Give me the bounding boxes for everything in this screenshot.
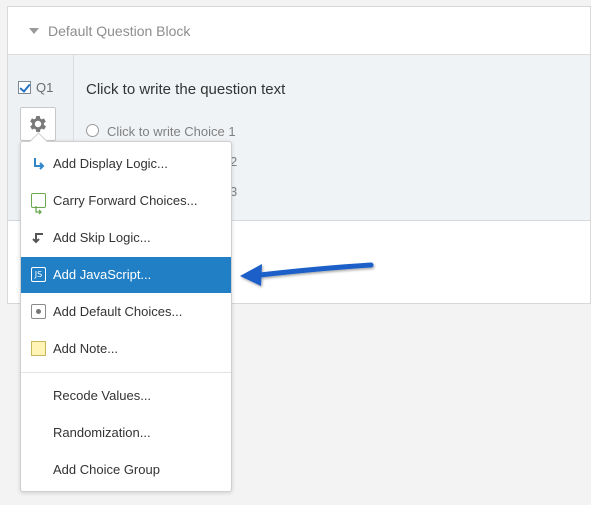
skip-logic-icon: [32, 233, 43, 244]
carry-forward-icon: [31, 193, 46, 215]
javascript-icon: JS: [31, 267, 46, 282]
menu-item-randomization[interactable]: Randomization...: [21, 415, 231, 451]
menu-item-recode-values[interactable]: Recode Values...: [21, 378, 231, 414]
block-header[interactable]: Default Question Block: [8, 7, 590, 55]
menu-item-add-display-logic[interactable]: Add Display Logic...: [21, 146, 231, 182]
menu-item-label: Add Display Logic...: [53, 156, 168, 171]
menu-item-label: Add Skip Logic...: [53, 230, 151, 245]
block-title: Default Question Block: [48, 23, 191, 39]
menu-item-add-javascript[interactable]: JS Add JavaScript...: [21, 257, 231, 293]
question-settings-menu: Add Display Logic... Carry Forward Choic…: [20, 141, 232, 492]
menu-item-carry-forward[interactable]: Carry Forward Choices...: [21, 183, 231, 219]
menu-divider: [21, 372, 231, 373]
menu-item-add-choice-group[interactable]: Add Choice Group: [21, 452, 231, 488]
note-icon: [31, 341, 46, 356]
question-text[interactable]: Click to write the question text: [86, 81, 285, 98]
menu-item-label: Carry Forward Choices...: [53, 193, 198, 208]
menu-item-label: Add Choice Group: [53, 462, 160, 477]
menu-item-label: Add JavaScript...: [53, 267, 152, 282]
default-choices-icon: [31, 304, 46, 319]
menu-item-label: Add Note...: [53, 341, 119, 356]
menu-item-label: Randomization...: [53, 425, 151, 440]
display-logic-icon: [34, 158, 45, 170]
question-select-checkbox[interactable]: [18, 81, 31, 94]
radio-icon: [86, 124, 99, 137]
menu-item-label: Recode Values...: [53, 388, 152, 403]
annotation-arrow-icon: [240, 262, 374, 286]
choice-label: Click to write Choice 1: [107, 124, 236, 139]
menu-item-label: Add Default Choices...: [53, 304, 183, 319]
menu-item-add-note[interactable]: Add Note...: [21, 331, 231, 367]
menu-item-add-default-choices[interactable]: Add Default Choices...: [21, 294, 231, 330]
choice-item[interactable]: Click to write Choice 1: [86, 124, 236, 139]
question-number: Q1: [36, 80, 54, 95]
collapse-caret-icon[interactable]: [29, 28, 39, 34]
menu-item-add-skip-logic[interactable]: Add Skip Logic...: [21, 220, 231, 256]
